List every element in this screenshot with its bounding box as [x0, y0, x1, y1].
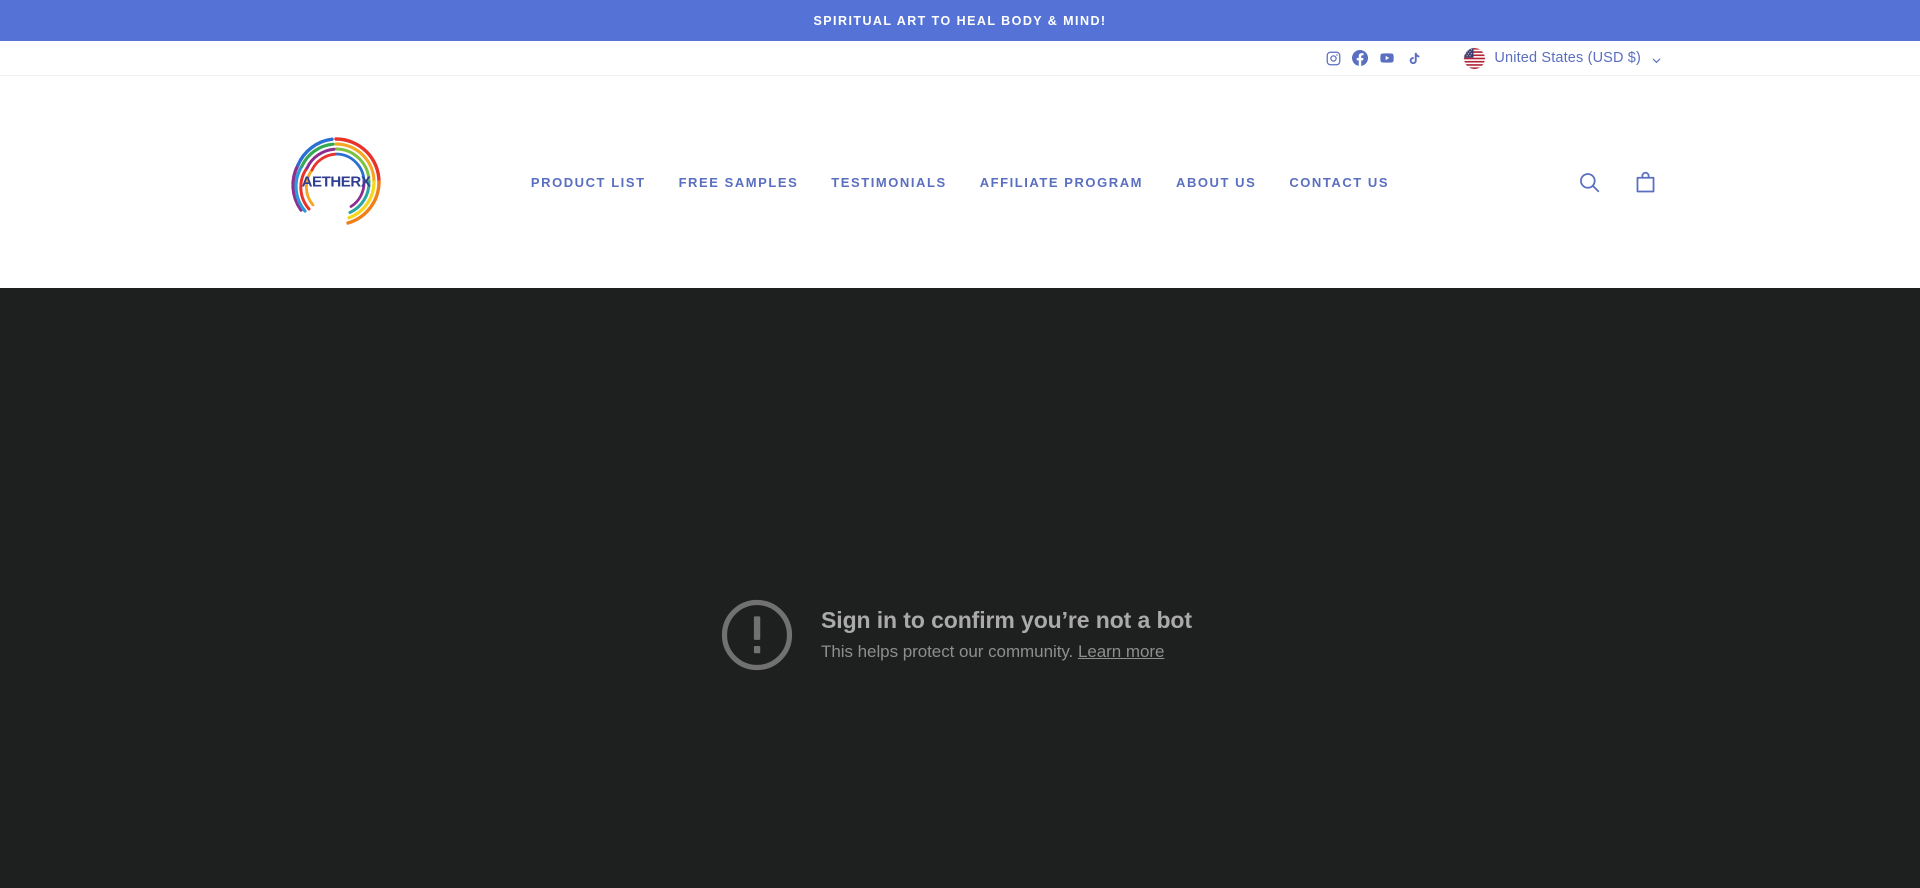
- nav-item-affiliate-program[interactable]: AFFILIATE PROGRAM: [980, 175, 1143, 190]
- bot-notice-title: Sign in to confirm you’re not a bot: [821, 607, 1192, 634]
- learn-more-link[interactable]: Learn more: [1078, 642, 1164, 661]
- announcement-bar: SPIRITUAL ART TO HEAL BODY & MIND!: [0, 0, 1920, 41]
- us-flag-icon: [1464, 47, 1486, 69]
- bot-verification-notice: Sign in to confirm you’re not a bot This…: [718, 596, 1192, 674]
- nav-item-about-us[interactable]: ABOUT US: [1176, 175, 1256, 190]
- cart-icon[interactable]: [1632, 169, 1658, 195]
- nav-item-free-samples[interactable]: FREE SAMPLES: [679, 175, 799, 190]
- nav-item-contact-us[interactable]: CONTACT US: [1289, 175, 1389, 190]
- video-embed-region[interactable]: Sign in to confirm you’re not a bot This…: [0, 288, 1920, 888]
- locale-selector[interactable]: United States (USD $): [1464, 47, 1662, 69]
- locale-label: United States (USD $): [1494, 50, 1641, 66]
- bot-notice-subtitle: This helps protect our community. Learn …: [821, 641, 1192, 663]
- bot-notice-subtitle-text: This helps protect our community.: [821, 641, 1074, 661]
- nav-item-testimonials[interactable]: TESTIMONIALS: [831, 175, 946, 190]
- svg-text:AETHERX: AETHERX: [302, 174, 371, 191]
- instagram-icon[interactable]: [1325, 50, 1341, 66]
- site-header: AETHERX PRODUCT LIST FREE SAMPLES TESTIM…: [0, 76, 1920, 288]
- header-actions: [1576, 169, 1658, 195]
- youtube-icon[interactable]: [1379, 50, 1395, 66]
- facebook-icon[interactable]: [1352, 50, 1369, 66]
- nav-item-product-list[interactable]: PRODUCT LIST: [531, 175, 646, 190]
- search-icon[interactable]: [1576, 169, 1602, 195]
- alert-circle-icon: [718, 596, 796, 674]
- aetherx-logo[interactable]: AETHERX: [286, 132, 386, 232]
- chevron-down-icon: [1651, 53, 1662, 64]
- utility-bar: United States (USD $): [0, 41, 1920, 76]
- bot-notice-text: Sign in to confirm you’re not a bot This…: [821, 607, 1192, 663]
- social-links: [1325, 50, 1422, 66]
- announcement-text: SPIRITUAL ART TO HEAL BODY & MIND!: [813, 13, 1107, 28]
- tiktok-icon[interactable]: [1406, 50, 1422, 66]
